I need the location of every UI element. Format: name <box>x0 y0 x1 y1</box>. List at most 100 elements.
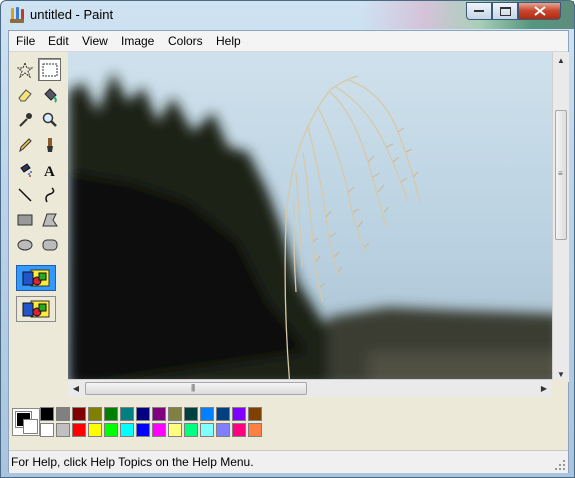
airbrush-tool[interactable] <box>13 158 36 181</box>
color-swatch[interactable] <box>216 407 230 421</box>
color-swatch[interactable] <box>232 407 246 421</box>
grip-icon: ≡ <box>558 169 563 178</box>
vertical-scrollbar[interactable]: ▲ ≡ ▼ <box>552 52 569 382</box>
text-tool[interactable]: A <box>38 158 61 181</box>
line-tool[interactable] <box>13 183 36 206</box>
menu-edit[interactable]: Edit <box>48 34 69 48</box>
eraser-tool[interactable] <box>13 83 36 106</box>
color-swatch[interactable] <box>184 423 198 437</box>
color-picker-tool[interactable] <box>13 108 36 131</box>
color-swatch[interactable] <box>120 407 134 421</box>
ellipse-icon <box>17 239 32 250</box>
horizontal-scroll-thumb[interactable]: ||| <box>85 382 307 395</box>
horizontal-scrollbar[interactable]: ◀ ||| ▶ <box>68 379 552 397</box>
color-swatch[interactable] <box>72 423 86 437</box>
pencil-icon <box>18 137 32 152</box>
free-select-icon <box>16 61 33 78</box>
magnifier-tool[interactable] <box>38 108 61 131</box>
grip-icon: ||| <box>191 383 195 392</box>
minimize-icon <box>474 10 484 12</box>
minimize-button[interactable] <box>466 2 492 20</box>
free-select-tool[interactable] <box>13 58 36 81</box>
status-bar: For Help, click Help Topics on the Help … <box>9 450 568 473</box>
color-swatch[interactable] <box>248 423 262 437</box>
eraser-icon <box>17 88 32 101</box>
text-icon: A <box>44 164 55 178</box>
rounded-rect-tool[interactable] <box>38 233 61 256</box>
menu-view[interactable]: View <box>82 34 108 48</box>
rectangle-tool[interactable] <box>13 208 36 231</box>
color-swatch[interactable] <box>120 423 134 437</box>
caption-buttons <box>466 2 561 21</box>
color-swatch[interactable] <box>40 407 54 421</box>
maximize-button[interactable] <box>492 2 518 20</box>
color-swatch[interactable] <box>104 407 118 421</box>
color-swatch[interactable] <box>56 407 70 421</box>
pencil-tool[interactable] <box>13 133 36 156</box>
color-swatch[interactable] <box>56 423 70 437</box>
menu-image[interactable]: Image <box>121 34 154 48</box>
transparent-shapes-icon <box>22 300 50 318</box>
maximize-icon <box>499 6 511 16</box>
rect-select-icon <box>42 63 57 76</box>
rounded-rectangle-icon <box>42 239 57 250</box>
curve-icon <box>44 186 54 202</box>
paint-app-icon[interactable] <box>8 6 26 24</box>
menu-file[interactable]: File <box>16 34 35 48</box>
scroll-right-arrow-icon[interactable]: ▶ <box>536 380 552 396</box>
polygon-icon <box>41 213 58 226</box>
color-swatch[interactable] <box>200 407 214 421</box>
color-swatch[interactable] <box>168 407 182 421</box>
opaque-background-option[interactable] <box>16 265 56 291</box>
color-swatch[interactable] <box>200 423 214 437</box>
rect-select-tool[interactable] <box>38 58 61 81</box>
color-swatch[interactable] <box>152 407 166 421</box>
title-bar[interactable]: untitled - Paint <box>1 1 574 29</box>
background-color <box>23 419 38 434</box>
vertical-scroll-thumb[interactable]: ≡ <box>555 110 567 240</box>
color-swatch[interactable] <box>88 407 102 421</box>
color-swatch[interactable] <box>216 423 230 437</box>
paint-bucket-icon <box>43 87 57 103</box>
line-icon <box>17 187 32 202</box>
brush-tool[interactable] <box>38 133 61 156</box>
resize-grip-icon[interactable] <box>554 459 566 471</box>
toolbox: A <box>9 52 68 396</box>
brush-icon <box>46 137 53 152</box>
menu-bar: File Edit View Image Colors Help <box>9 31 568 52</box>
curve-tool[interactable] <box>38 183 61 206</box>
ellipse-tool[interactable] <box>13 233 36 256</box>
scroll-left-arrow-icon[interactable]: ◀ <box>68 380 84 396</box>
color-swatch[interactable] <box>248 407 262 421</box>
color-swatch[interactable] <box>232 423 246 437</box>
airbrush-icon <box>19 162 32 177</box>
close-button[interactable] <box>518 2 561 20</box>
color-swatch[interactable] <box>88 423 102 437</box>
close-icon <box>533 6 546 16</box>
polygon-tool[interactable] <box>38 208 61 231</box>
svg-text:A: A <box>44 164 55 178</box>
transparent-background-option[interactable] <box>16 296 56 322</box>
drawing-canvas[interactable] <box>68 52 561 387</box>
fill-tool[interactable] <box>38 83 61 106</box>
window-title: untitled - Paint <box>30 7 114 22</box>
menu-help[interactable]: Help <box>216 34 241 48</box>
paint-window: untitled - Paint File Edit View Image Co… <box>0 0 575 478</box>
color-swatch[interactable] <box>152 423 166 437</box>
client-area: File Edit View Image Colors Help A ▲ ≡ ▼… <box>8 30 569 473</box>
eyedropper-icon <box>18 112 32 127</box>
color-swatch[interactable] <box>168 423 182 437</box>
rectangle-icon <box>17 214 32 225</box>
color-swatch[interactable] <box>184 407 198 421</box>
color-swatch[interactable] <box>104 423 118 437</box>
opaque-shapes-icon <box>22 269 50 287</box>
menu-colors[interactable]: Colors <box>168 34 203 48</box>
scroll-up-arrow-icon[interactable]: ▲ <box>553 52 569 68</box>
color-swatch[interactable] <box>136 423 150 437</box>
current-colors[interactable] <box>12 408 40 436</box>
color-swatch[interactable] <box>40 423 54 437</box>
scrollbar-corner <box>552 379 568 396</box>
color-swatch[interactable] <box>72 407 86 421</box>
magnifier-icon <box>42 112 57 127</box>
color-swatch[interactable] <box>136 407 150 421</box>
